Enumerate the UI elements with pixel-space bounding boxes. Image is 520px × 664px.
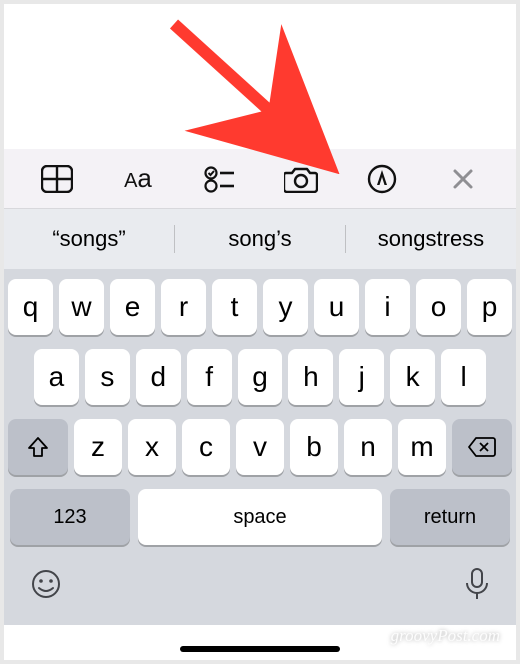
markup-icon[interactable] <box>362 159 402 199</box>
key-row-3: z x c v b n m <box>8 419 512 475</box>
key-q[interactable]: q <box>8 279 53 335</box>
key-l[interactable]: l <box>441 349 486 405</box>
key-r[interactable]: r <box>161 279 206 335</box>
emoji-icon[interactable] <box>30 568 62 600</box>
key-m[interactable]: m <box>398 419 446 475</box>
ios-keyboard: q w e r t y u i o p a s d f g h j k l z … <box>4 269 516 625</box>
key-row-1: q w e r t y u i o p <box>8 279 512 335</box>
space-key[interactable]: space <box>138 489 382 545</box>
key-a[interactable]: a <box>34 349 79 405</box>
keyboard-footer <box>8 559 512 601</box>
key-d[interactable]: d <box>136 349 181 405</box>
checklist-icon[interactable] <box>199 159 239 199</box>
key-row-4: 123 space return <box>8 489 512 545</box>
key-i[interactable]: i <box>365 279 410 335</box>
notes-toolbar: Aa <box>4 149 516 209</box>
key-row-2: a s d f g h j k l <box>8 349 512 405</box>
numeric-key[interactable]: 123 <box>10 489 130 545</box>
close-icon[interactable] <box>443 159 483 199</box>
key-h[interactable]: h <box>288 349 333 405</box>
key-w[interactable]: w <box>59 279 104 335</box>
text-format-button[interactable]: Aa <box>118 159 158 199</box>
key-n[interactable]: n <box>344 419 392 475</box>
key-j[interactable]: j <box>339 349 384 405</box>
key-k[interactable]: k <box>390 349 435 405</box>
key-z[interactable]: z <box>74 419 122 475</box>
suggestion-0[interactable]: “songs” <box>4 220 174 258</box>
return-key[interactable]: return <box>390 489 510 545</box>
watermark: groovyPost.com <box>391 626 500 646</box>
suggestion-bar: “songs” song’s songstress <box>4 209 516 269</box>
key-v[interactable]: v <box>236 419 284 475</box>
table-icon[interactable] <box>37 159 77 199</box>
key-y[interactable]: y <box>263 279 308 335</box>
key-f[interactable]: f <box>187 349 232 405</box>
key-u[interactable]: u <box>314 279 359 335</box>
shift-key[interactable] <box>8 419 68 475</box>
key-t[interactable]: t <box>212 279 257 335</box>
key-p[interactable]: p <box>467 279 512 335</box>
key-x[interactable]: x <box>128 419 176 475</box>
key-b[interactable]: b <box>290 419 338 475</box>
key-g[interactable]: g <box>238 349 283 405</box>
key-s[interactable]: s <box>85 349 130 405</box>
note-content-area[interactable] <box>4 4 516 149</box>
delete-key[interactable] <box>452 419 512 475</box>
camera-icon[interactable] <box>281 159 321 199</box>
suggestion-1[interactable]: song’s <box>175 220 345 258</box>
mic-icon[interactable] <box>464 567 490 601</box>
key-e[interactable]: e <box>110 279 155 335</box>
suggestion-2[interactable]: songstress <box>346 220 516 258</box>
key-o[interactable]: o <box>416 279 461 335</box>
key-c[interactable]: c <box>182 419 230 475</box>
home-indicator[interactable] <box>180 646 340 652</box>
